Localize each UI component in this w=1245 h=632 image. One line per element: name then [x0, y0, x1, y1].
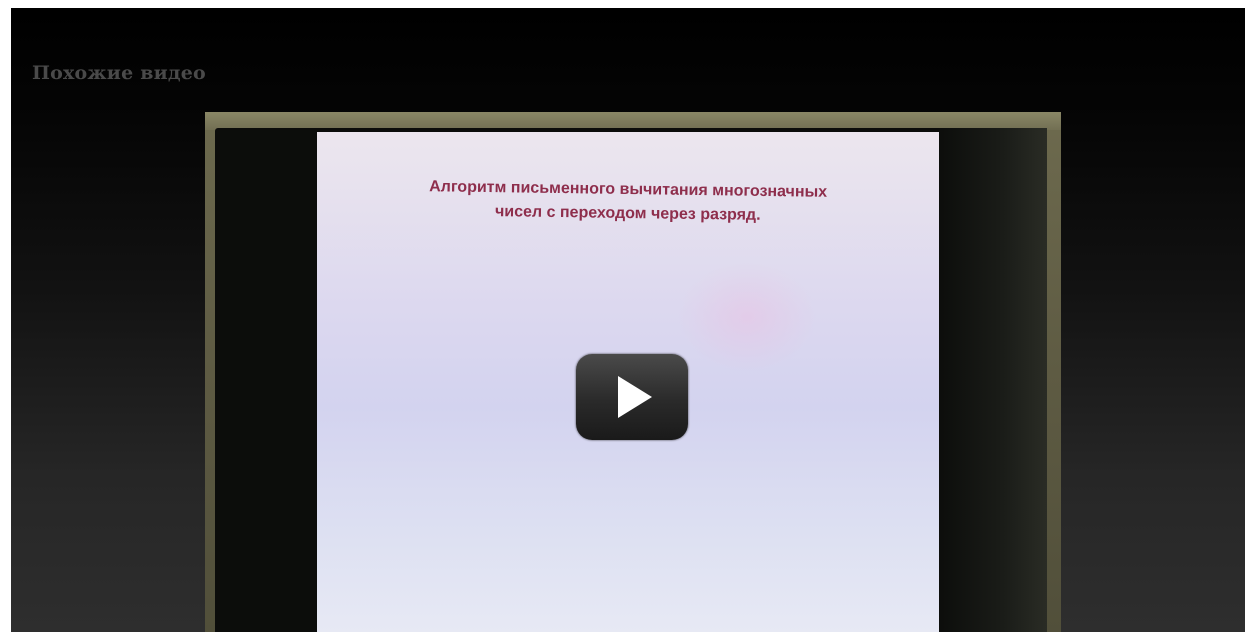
play-icon — [618, 376, 652, 418]
slide-title: Алгоритм письменного вычитания многознач… — [347, 174, 910, 230]
related-videos-heading: Похожие видео — [32, 62, 206, 84]
play-button[interactable] — [576, 354, 688, 440]
related-video-thumbnail[interactable]: Алгоритм письменного вычитания многознач… — [205, 112, 1061, 632]
video-end-screen: Похожие видео Алгоритм письменного вычит… — [11, 8, 1245, 632]
